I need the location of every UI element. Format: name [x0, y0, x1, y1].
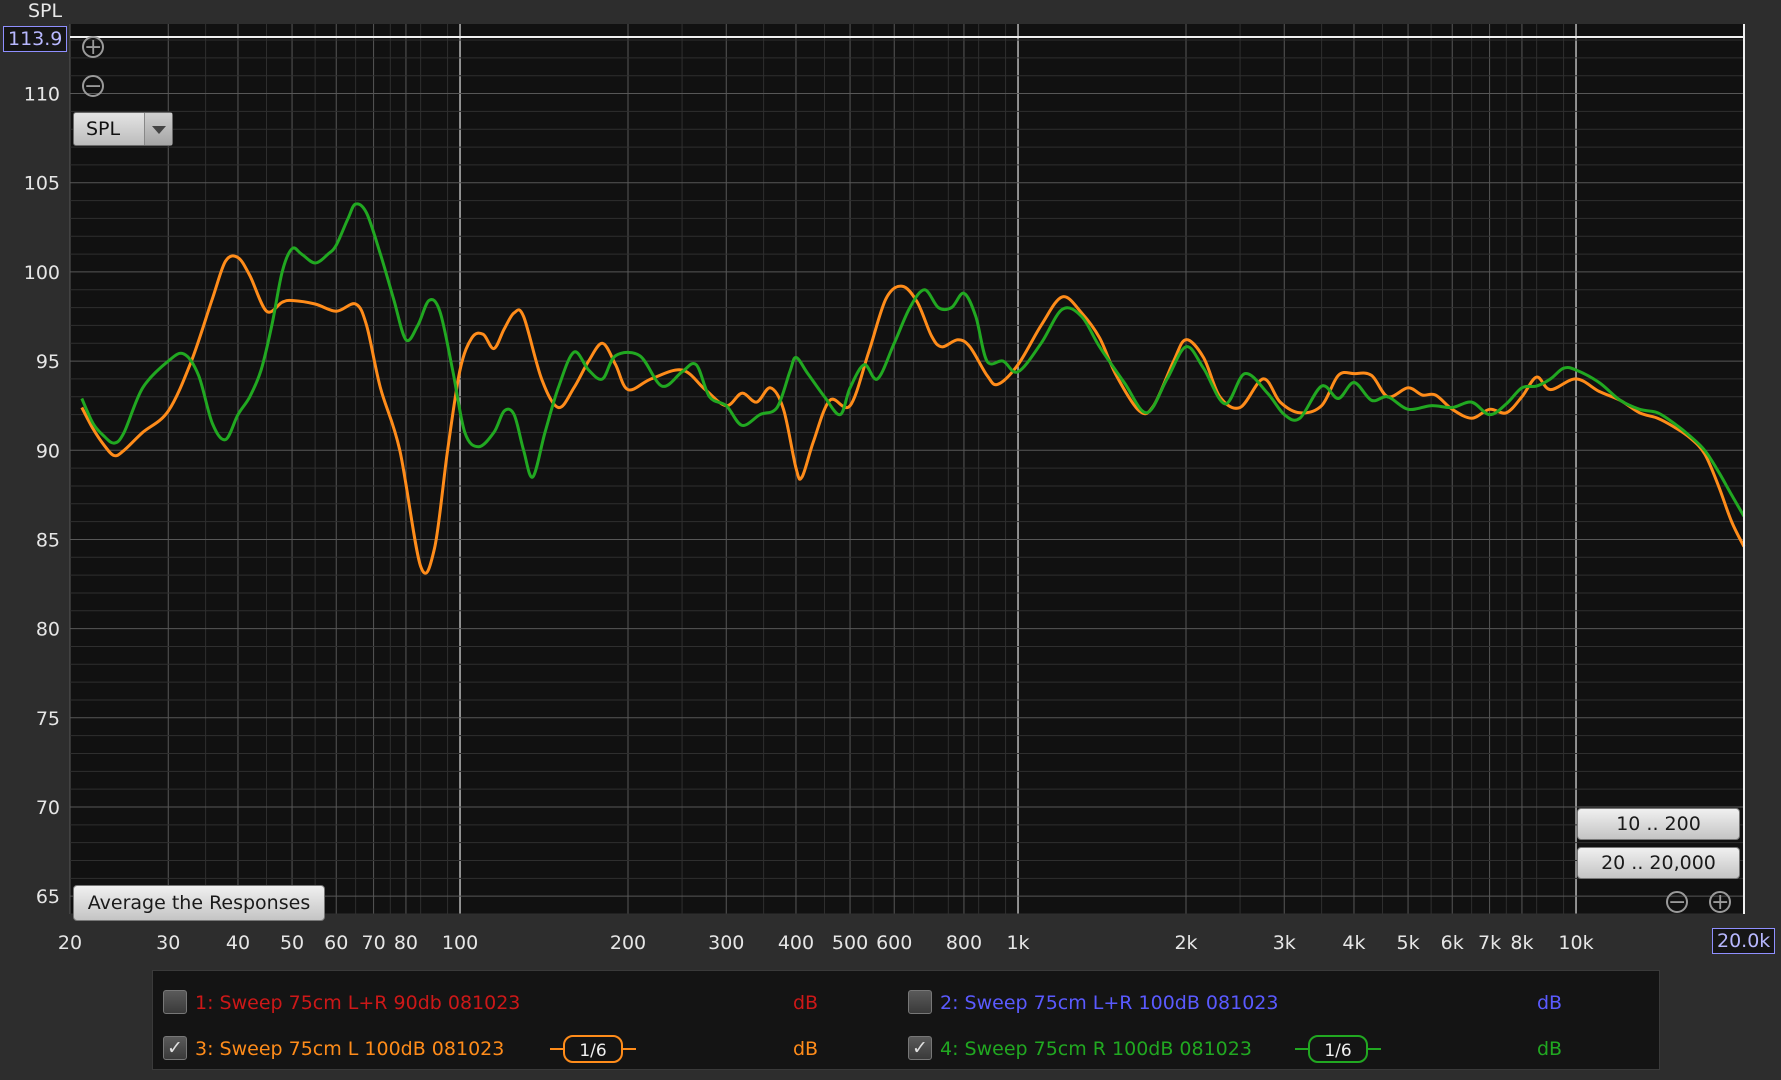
x-tick-label: 50 — [280, 932, 304, 954]
y-tick-label: 65 — [36, 886, 60, 908]
x-tick-label: 30 — [156, 932, 180, 954]
check-icon: ✓ — [912, 1037, 928, 1059]
measurement-4-unit: dB — [1537, 1038, 1563, 1060]
x-tick-label: 6k — [1441, 932, 1464, 954]
x-tick-label: 40 — [226, 932, 250, 954]
x-tick-label: 2k — [1174, 932, 1197, 954]
x-tick-label: 200 — [610, 932, 646, 954]
legend-row: ✓ 3: Sweep 75cm L 100dB 081023 1/6 dB ✓ … — [153, 1029, 1659, 1069]
y-tick-label: 95 — [36, 351, 60, 373]
x-tick-label: 300 — [708, 932, 744, 954]
y-tick-label: 70 — [36, 797, 60, 819]
chevron-down-icon[interactable] — [144, 113, 172, 145]
measurement-3-smoothing-label: 1/6 — [579, 1041, 606, 1061]
y-tick-label: 105 — [24, 173, 60, 195]
y-tick-label: 100 — [24, 262, 60, 284]
rew-window: 20 30 40 50 60 70 80 100 200 300 400 500 600 800 1k 2k 3… — [0, 0, 1781, 1080]
zoom-out-icon[interactable]: − — [82, 75, 104, 98]
measurement-4-smoothing-control[interactable]: 1/6 — [1293, 1034, 1383, 1064]
x-tick-label: 80 — [394, 932, 418, 954]
measurement-2-label: 2: Sweep 75cm L+R 100dB 081023 — [940, 992, 1279, 1014]
measurement-1-label: 1: Sweep 75cm L+R 90db 081023 — [195, 992, 521, 1014]
measurement-3-smoothing-control[interactable]: 1/6 — [548, 1034, 638, 1064]
zoom-out-icon[interactable]: − — [1666, 891, 1688, 914]
x-tick-label: 1k — [1006, 932, 1029, 954]
spl-select[interactable]: SPL — [73, 112, 173, 146]
range-20-20000-button[interactable]: 20 .. 20,000 — [1577, 847, 1740, 879]
x-tick-label: 3k — [1273, 932, 1296, 954]
measurement-1-unit: dB — [793, 992, 819, 1014]
legend-row: 1: Sweep 75cm L+R 90db 081023 dB 2: Swee… — [153, 983, 1659, 1023]
plot-area[interactable] — [70, 24, 1744, 914]
spl-chart: 20 30 40 50 60 70 80 100 200 300 400 500 600 800 1k 2k 3… — [24, 24, 1746, 954]
x-tick-label: 60 — [324, 932, 348, 954]
measurement-2-checkbox[interactable] — [908, 990, 932, 1014]
y-axis-title: SPL — [28, 0, 63, 22]
y-tick-labels: 65 70 75 80 85 90 95 100 105 110 — [24, 84, 60, 909]
x-tick-label: 4k — [1342, 932, 1365, 954]
measurement-2-unit: dB — [1537, 992, 1563, 1014]
x-tick-label: 70 — [361, 932, 385, 954]
x-tick-label: 8k — [1510, 932, 1533, 954]
measurement-4-smoothing-label: 1/6 — [1324, 1041, 1351, 1061]
x-tick-label: 20 — [58, 932, 82, 954]
y-tick-label: 110 — [24, 84, 60, 106]
x-tick-label: 600 — [876, 932, 912, 954]
measurement-3-unit: dB — [793, 1038, 819, 1060]
spl-select-label: SPL — [86, 118, 121, 140]
measurement-legend: 1: Sweep 75cm L+R 90db 081023 dB 2: Swee… — [152, 970, 1660, 1070]
average-responses-button[interactable]: Average the Responses — [73, 885, 325, 921]
x-readout[interactable]: 20.0k — [1712, 928, 1776, 954]
x-tick-label: 100 — [442, 932, 478, 954]
x-tick-label: 400 — [778, 932, 814, 954]
y-tick-label: 75 — [36, 708, 60, 730]
zoom-in-icon[interactable]: + — [82, 36, 104, 59]
check-icon: ✓ — [167, 1037, 183, 1059]
range-10-200-button[interactable]: 10 .. 200 — [1577, 808, 1740, 840]
y-tick-label: 90 — [36, 440, 60, 462]
x-tick-label: 10k — [1558, 932, 1593, 954]
y-readout[interactable]: 113.9 — [3, 26, 68, 52]
measurement-4-label: 4: Sweep 75cm R 100dB 081023 — [940, 1038, 1252, 1060]
zoom-in-icon[interactable]: + — [1709, 891, 1731, 914]
x-tick-label: 5k — [1397, 932, 1420, 954]
y-tick-label: 85 — [36, 529, 60, 551]
x-tick-labels: 20 30 40 50 60 70 80 100 200 300 400 500 600 800 1k 2k 3… — [58, 932, 1594, 954]
y-tick-label: 80 — [36, 619, 60, 641]
measurement-1-checkbox[interactable] — [163, 990, 187, 1014]
measurement-4-checkbox[interactable]: ✓ — [908, 1036, 932, 1060]
x-tick-label: 800 — [946, 932, 982, 954]
measurement-3-checkbox[interactable]: ✓ — [163, 1036, 187, 1060]
x-tick-label: 7k — [1478, 932, 1501, 954]
x-tick-label: 500 — [832, 932, 868, 954]
measurement-3-label: 3: Sweep 75cm L 100dB 081023 — [195, 1038, 505, 1060]
